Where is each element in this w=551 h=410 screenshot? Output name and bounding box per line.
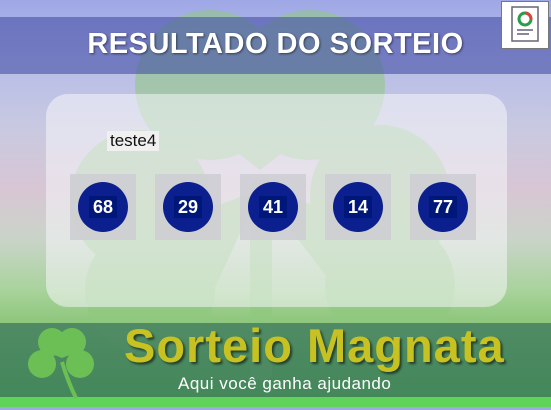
tagline: Aqui você ganha ajudando bbox=[178, 374, 392, 393]
ball-number: 68 bbox=[89, 196, 117, 218]
brand-name: Sorteio Magnata bbox=[124, 319, 505, 372]
ball-circle: 77 bbox=[418, 182, 468, 232]
ball-number: 14 bbox=[344, 196, 372, 218]
ball-circle: 14 bbox=[333, 182, 383, 232]
number-ball-1: 68 bbox=[70, 174, 136, 240]
number-ball-4: 14 bbox=[325, 174, 391, 240]
number-ball-3: 41 bbox=[240, 174, 306, 240]
ball-circle: 68 bbox=[78, 182, 128, 232]
clover-icon bbox=[28, 328, 94, 399]
ball-number: 41 bbox=[259, 196, 287, 218]
draw-name-label: teste4 bbox=[107, 131, 160, 151]
ball-number: 77 bbox=[429, 196, 457, 218]
number-ball-5: 77 bbox=[410, 174, 476, 240]
page-title: RESULTADO DO SORTEIO bbox=[87, 28, 464, 60]
ball-number: 29 bbox=[174, 196, 202, 218]
ball-circle: 29 bbox=[163, 182, 213, 232]
ball-circle: 41 bbox=[248, 182, 298, 232]
number-ball-2: 29 bbox=[155, 174, 221, 240]
document-chart-icon[interactable] bbox=[501, 1, 549, 49]
